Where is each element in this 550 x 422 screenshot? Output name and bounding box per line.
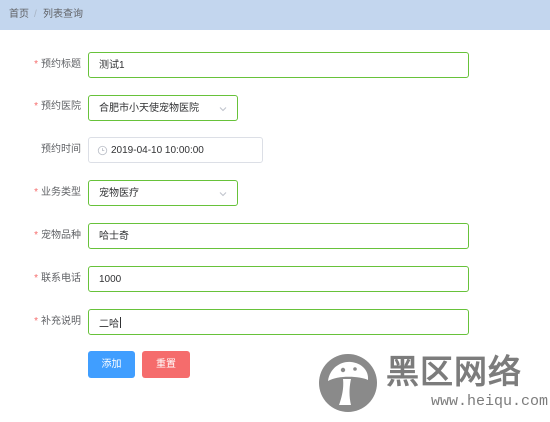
required-mark: * [34,59,38,70]
service-type-select-value: 宠物医疗 [99,188,139,199]
required-mark: * [34,316,38,327]
chevron-down-icon [219,192,227,197]
title-input-value: 测试1 [99,60,125,71]
reset-button[interactable]: 重置 [142,351,190,378]
breadcrumb-home-link[interactable]: 首页 [9,9,29,21]
add-button[interactable]: 添加 [88,351,135,378]
required-mark: * [34,101,38,112]
time-picker-value: 2019-04-10 10:00:00 [111,145,204,156]
text-caret [120,317,121,328]
breadcrumb-bar: 首页 / 列表查询 [0,0,550,30]
service-type-label: * 业务类型 [34,187,81,198]
hospital-select-value: 合肥市小天使宠物医院 [99,103,199,114]
required-mark: * [34,273,38,284]
watermark-url: www.heiqu.com [431,393,549,410]
clock-icon [97,145,108,156]
title-label: * 预约标题 [34,59,81,70]
chevron-down-icon [219,107,227,112]
service-type-select[interactable]: 宠物医疗 [88,180,238,206]
notes-input-value-wrap: 二哈 [99,317,121,331]
breadcrumb-separator: / [34,9,37,20]
phone-input[interactable]: 1000 [88,266,469,292]
mushroom-logo-icon [319,354,377,412]
hospital-label: * 预约医院 [34,101,81,112]
phone-input-value: 1000 [99,274,122,285]
notes-input-value: 二哈 [99,319,119,330]
required-mark: * [34,230,38,241]
watermark-title: 黑区网络 [386,352,522,391]
notes-label: * 补充说明 [34,316,81,327]
time-picker[interactable]: 2019-04-10 10:00:00 [88,137,263,163]
title-input[interactable]: 测试1 [88,52,469,78]
watermark: 黑区网络 www.heiqu.com [318,350,550,422]
hospital-select[interactable]: 合肥市小天使宠物医院 [88,95,238,121]
phone-label: * 联系电话 [34,273,81,284]
pet-breed-input[interactable]: 哈士奇 [88,223,469,249]
time-label: 预约时间 [41,144,81,155]
notes-input[interactable]: 二哈 [88,309,469,335]
required-mark: * [34,187,38,198]
pet-breed-input-value: 哈士奇 [99,231,129,242]
pet-breed-label: * 宠物品种 [34,230,81,241]
breadcrumb-current: 列表查询 [43,9,83,20]
